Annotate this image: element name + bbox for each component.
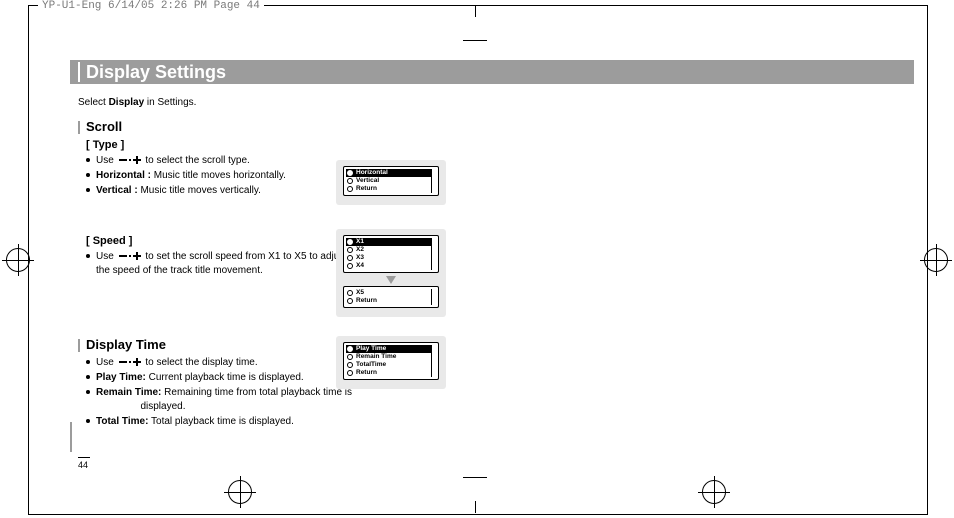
page-number-rule <box>70 422 72 452</box>
page-number: 44 <box>78 457 90 470</box>
menu-item-label: X2 <box>356 246 364 254</box>
label: Vertical : <box>96 185 138 196</box>
menu-item-label: X3 <box>356 254 364 262</box>
menu-item-label: Return <box>356 369 377 377</box>
menu-item-label: X4 <box>356 262 364 270</box>
menu-row: Return <box>346 369 431 377</box>
page-title: Display Settings <box>86 60 226 84</box>
crop-mark <box>463 40 487 41</box>
intro-bold: Display <box>109 97 145 108</box>
registration-mark <box>228 480 252 504</box>
minus-plus-icon <box>119 156 141 164</box>
scrollbar-icon <box>431 169 436 193</box>
text: Current playback time is displayed. <box>146 372 304 383</box>
crop-mark <box>463 477 487 478</box>
menu-item-label: X1 <box>356 238 364 246</box>
text: displayed. <box>140 401 185 412</box>
text: Use <box>96 251 117 262</box>
menu-item-label: Vertical <box>356 177 379 185</box>
text: Total playback time is displayed. <box>148 416 293 427</box>
minus-plus-icon <box>119 358 141 366</box>
slug-line: YP-U1-Eng 6/14/05 2:26 PM Page 44 <box>38 0 264 12</box>
label: Total Time: <box>96 416 148 427</box>
minus-plus-icon <box>119 252 141 260</box>
menu-item-label: Remain Time <box>356 353 396 361</box>
figure-scroll-type: Horizontal Vertical Return <box>336 160 446 205</box>
menu-item-label: Horizontal <box>356 169 388 177</box>
scrollbar-icon <box>431 238 436 270</box>
figure-column: Horizontal Vertical Return X1 X2 X3 X4 <box>336 160 446 327</box>
menu-item-label: TotalTime <box>356 361 386 369</box>
text: Use <box>96 155 117 166</box>
menu-item-label: Play Time <box>356 345 386 353</box>
figure-column-2: Play Time Remain Time TotalTime Return <box>336 336 446 399</box>
menu-row: X5 <box>346 289 431 297</box>
menu-item-label: X5 <box>356 289 364 297</box>
scrollbar-icon <box>431 289 436 305</box>
scrollbar-icon <box>431 345 436 377</box>
lcd-screen: Play Time Remain Time TotalTime Return <box>343 342 439 380</box>
menu-row: X3 <box>346 254 431 262</box>
label: Remain Time: <box>96 387 161 398</box>
menu-item-label: Return <box>356 185 377 193</box>
registration-mark <box>702 480 726 504</box>
intro-text: Select Display in Settings. <box>78 96 468 110</box>
menu-row-selected: X1 <box>346 238 431 246</box>
text: the speed of the track title movement. <box>96 265 263 276</box>
menu-row: X2 <box>346 246 431 254</box>
text: to set the scroll speed from X1 to X5 to… <box>145 251 347 262</box>
menu-row: X4 <box>346 262 431 270</box>
text: Use <box>96 357 117 368</box>
menu-row: Remain Time <box>346 353 431 361</box>
title-separator <box>78 62 80 82</box>
crop-mark <box>475 5 476 17</box>
text: Remaining time from total playback time … <box>161 387 352 398</box>
lcd-screen: X1 X2 X3 X4 <box>343 235 439 273</box>
figure-scroll-speed: X1 X2 X3 X4 X5 Return <box>336 229 446 317</box>
list-item: Total Time: Total playback time is displ… <box>86 415 468 429</box>
text: Music title moves vertically. <box>138 185 261 196</box>
menu-row: Return <box>346 185 431 193</box>
menu-row: Vertical <box>346 177 431 185</box>
registration-mark <box>924 248 948 272</box>
lcd-screen: Horizontal Vertical Return <box>343 166 439 196</box>
lcd-screen: X5 Return <box>343 286 439 308</box>
menu-row-selected: Play Time <box>346 345 431 353</box>
text: to select the display time. <box>145 357 257 368</box>
menu-row: Return <box>346 297 431 305</box>
text: to select the scroll type. <box>145 155 250 166</box>
down-arrow-icon <box>386 276 396 284</box>
label: Horizontal : <box>96 170 151 181</box>
menu-row-selected: Horizontal <box>346 169 431 177</box>
crop-mark <box>475 501 476 513</box>
menu-item-label: Return <box>356 297 377 305</box>
figure-display-time: Play Time Remain Time TotalTime Return <box>336 336 446 389</box>
label: Play Time: <box>96 372 146 383</box>
intro-pre: Select <box>78 97 109 108</box>
intro-post: in Settings. <box>144 97 196 108</box>
heading-scroll: Scroll <box>78 120 468 134</box>
menu-row: TotalTime <box>346 361 431 369</box>
subheading-type: [ Type ] <box>86 138 468 152</box>
text: Music title moves horizontally. <box>151 170 286 181</box>
registration-mark <box>6 248 30 272</box>
